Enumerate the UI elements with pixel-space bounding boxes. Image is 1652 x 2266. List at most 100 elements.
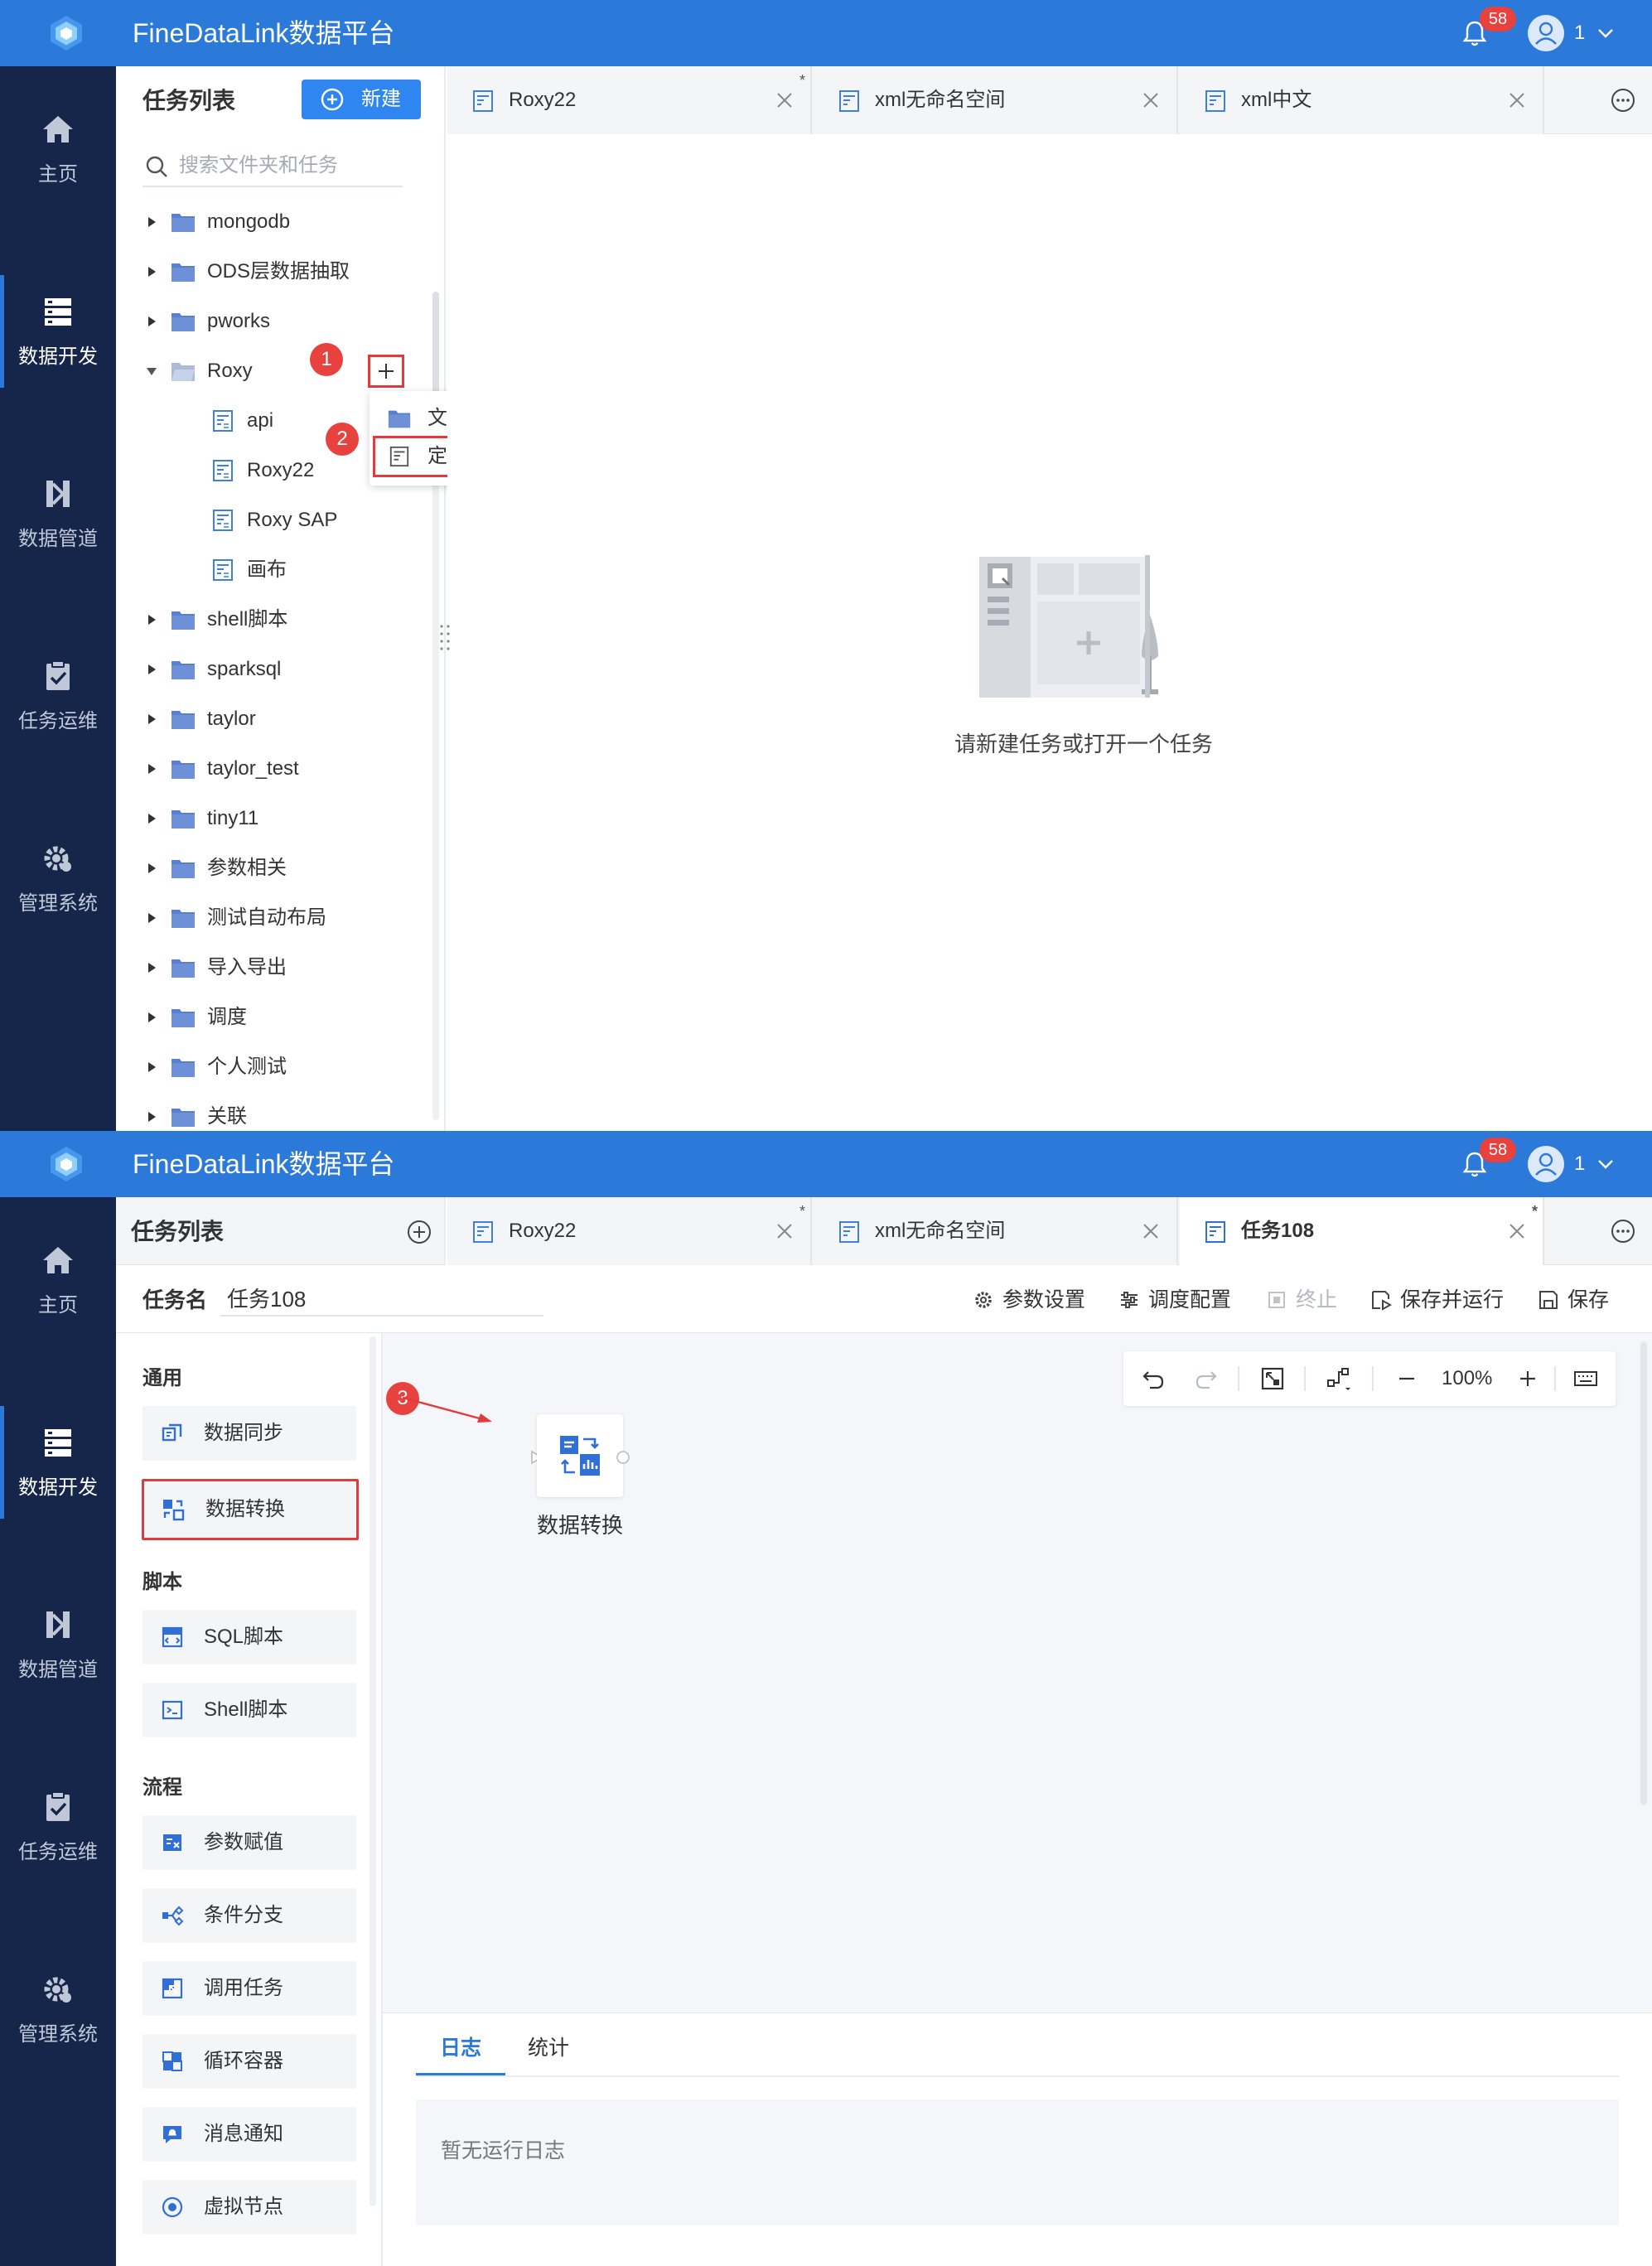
close-icon[interactable] — [1508, 1222, 1526, 1240]
close-icon[interactable] — [775, 91, 794, 109]
close-icon[interactable] — [1142, 91, 1160, 109]
chevron-down-icon[interactable] — [1596, 1154, 1616, 1174]
nav-item-admin[interactable]: 管理系统 — [0, 1943, 116, 2075]
fit-view-icon[interactable] — [1259, 1365, 1286, 1392]
panel-resize-handle[interactable] — [439, 623, 451, 651]
tree-folder-item[interactable]: 导入导出 — [116, 943, 431, 993]
caret-right-icon[interactable] — [146, 862, 157, 874]
caret-right-icon[interactable] — [146, 316, 157, 327]
palette-item-data-transform[interactable]: 数据转换 — [142, 1479, 359, 1540]
tree-folder-item[interactable]: 测试自动布局 — [116, 893, 431, 943]
caret-right-icon[interactable] — [146, 614, 157, 626]
palette-scrollbar[interactable] — [370, 1336, 376, 2206]
tree-folder-item[interactable]: mongodb — [116, 197, 431, 247]
caret-right-icon[interactable] — [146, 216, 157, 228]
nav-item-admin[interactable]: 管理系统 — [0, 812, 116, 945]
palette-item-label: SQL脚本 — [204, 1626, 284, 1648]
tab-item[interactable]: 任务108 * — [1180, 1197, 1544, 1265]
caret-right-icon[interactable] — [146, 1012, 157, 1023]
nav-item-home[interactable]: 主页 — [0, 1214, 116, 1346]
nav-item-data-dev[interactable]: 数据开发 — [0, 1396, 116, 1529]
search-input[interactable] — [179, 151, 394, 181]
canvas-node-data-transform[interactable] — [537, 1414, 623, 1497]
palette-item-shell-script[interactable]: Shell脚本 — [142, 1683, 356, 1737]
tree-folder-item[interactable]: 参数相关 — [116, 843, 431, 893]
tree-folder-item[interactable]: 关联 — [116, 1092, 431, 1131]
tab-item[interactable]: xml无命名空间 — [814, 1197, 1178, 1265]
caret-right-icon[interactable] — [146, 266, 157, 278]
tree-folder-item[interactable]: 个人测试 — [116, 1042, 431, 1092]
caret-right-icon[interactable] — [146, 713, 157, 725]
palette-item-virtual-node[interactable]: 虚拟节点 — [142, 2180, 356, 2235]
tab-item[interactable]: Roxy22 * — [447, 1197, 812, 1265]
palette-item-message-notify[interactable]: 消息通知 — [142, 2107, 356, 2162]
side-nav: 主页 数据开发 数据管道 任务运维 管理系统 — [0, 66, 116, 1131]
tree-item-label: 画布 — [247, 558, 287, 581]
zoom-out-icon[interactable] — [1394, 1365, 1420, 1392]
tree-folder-item[interactable]: taylor — [116, 694, 431, 744]
node-output-port[interactable] — [615, 1449, 631, 1466]
more-options-icon[interactable] — [1609, 1217, 1637, 1245]
caret-right-icon[interactable] — [146, 962, 157, 974]
nav-item-data-dev[interactable]: 数据开发 — [0, 265, 116, 398]
user-name[interactable]: 1 — [1574, 22, 1585, 45]
chevron-down-icon[interactable] — [1596, 23, 1616, 43]
palette-item-condition-branch[interactable]: 条件分支 — [142, 1888, 356, 1943]
tree-item-label: 测试自动布局 — [207, 906, 326, 929]
nav-item-pipeline[interactable]: 数据管道 — [0, 1578, 116, 1711]
palette-item-call-task[interactable]: 调用任务 — [142, 1961, 356, 2016]
close-icon[interactable] — [1142, 1222, 1160, 1240]
caret-right-icon[interactable] — [146, 763, 157, 775]
keyboard-icon[interactable] — [1572, 1365, 1599, 1392]
palette-item-param-assign[interactable]: 参数赋值 — [142, 1815, 356, 1870]
tree-task-item[interactable]: 画布 — [116, 545, 431, 595]
caret-right-icon[interactable] — [146, 664, 157, 675]
caret-right-icon[interactable] — [146, 813, 157, 824]
close-icon[interactable] — [1508, 91, 1526, 109]
redo-icon[interactable] — [1193, 1365, 1220, 1392]
tab-item[interactable]: Roxy22 * — [447, 66, 812, 134]
caret-right-icon[interactable] — [146, 1061, 157, 1073]
layout-icon[interactable] — [1326, 1365, 1352, 1392]
home-icon — [43, 1247, 73, 1273]
param-assign-icon — [163, 1834, 181, 1851]
nav-item-home[interactable]: 主页 — [0, 83, 116, 215]
nav-item-ops[interactable]: 任务运维 — [0, 630, 116, 762]
tree-folder-item[interactable]: taylor_test — [116, 744, 431, 794]
caret-right-icon[interactable] — [146, 912, 157, 924]
tree-folder-item[interactable]: shell脚本 — [116, 595, 431, 645]
notification-badge: 58 — [1480, 7, 1516, 31]
more-options-icon[interactable] — [1609, 86, 1637, 114]
undo-icon[interactable] — [1140, 1365, 1167, 1392]
close-icon[interactable] — [775, 1222, 794, 1240]
tree-folder-item[interactable]: ODS层数据抽取 — [116, 247, 431, 297]
palette-item-loop-container[interactable]: 循环容器 — [142, 2034, 356, 2089]
tree-folder-item[interactable]: pworks — [116, 297, 431, 346]
nav-item-pipeline[interactable]: 数据管道 — [0, 447, 116, 580]
folder-icon — [171, 910, 195, 928]
zoom-in-icon[interactable] — [1514, 1365, 1541, 1392]
canvas-vertical-scrollbar[interactable] — [1640, 1341, 1647, 1805]
plus-circle-icon[interactable] — [406, 1219, 432, 1245]
tab-stats[interactable]: 统计 — [507, 2028, 590, 2076]
palette-item-sql-script[interactable]: SQL脚本 — [142, 1610, 356, 1664]
save-icon — [1539, 1291, 1558, 1309]
canvas-node-label: 数据转换 — [536, 1513, 623, 1538]
avatar[interactable] — [1528, 1146, 1564, 1182]
add-item-button[interactable] — [368, 355, 404, 388]
tree-folder-item[interactable]: 调度 — [116, 993, 431, 1042]
caret-down-icon[interactable] — [146, 365, 157, 377]
tree-folder-item[interactable]: sparksql — [116, 645, 431, 694]
tree-task-item[interactable]: Roxy SAP — [116, 495, 431, 545]
caret-right-icon[interactable] — [146, 1111, 157, 1123]
avatar[interactable] — [1528, 15, 1564, 51]
new-button[interactable]: 新建 — [302, 80, 421, 119]
user-name[interactable]: 1 — [1574, 1152, 1585, 1176]
tab-item[interactable]: xml中文 — [1180, 66, 1544, 134]
task-name-input[interactable] — [220, 1280, 543, 1317]
tab-item[interactable]: xml无命名空间 — [814, 66, 1178, 134]
nav-item-ops[interactable]: 任务运维 — [0, 1761, 116, 1893]
palette-item-data-sync[interactable]: 数据同步 — [142, 1406, 356, 1461]
tab-log[interactable]: 日志 — [416, 2028, 505, 2076]
tree-folder-item[interactable]: tiny11 — [116, 794, 431, 843]
